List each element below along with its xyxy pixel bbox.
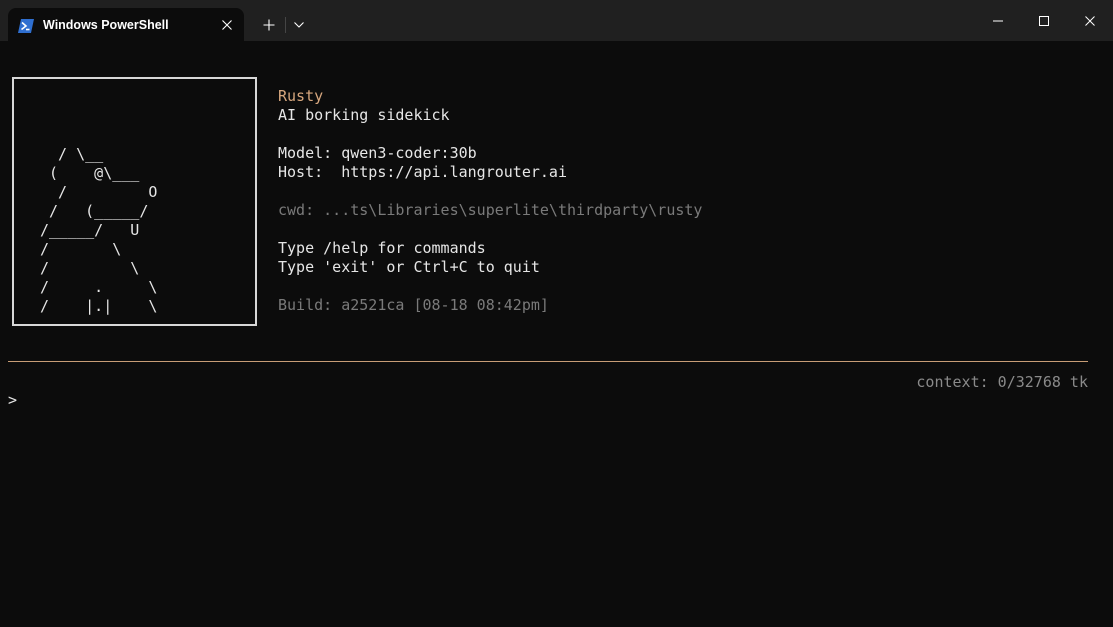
cwd-info: cwd: ...ts\Libraries\superlite\thirdpart… — [278, 201, 703, 219]
terminal-window: Windows PowerShell / \__ (@\___ / O / (… — [0, 0, 1113, 627]
plus-icon — [263, 19, 275, 31]
tab-title: Windows PowerShell — [43, 18, 169, 32]
divider-rule — [8, 361, 1088, 362]
close-window-button[interactable] — [1067, 0, 1113, 41]
context-counter: context: 0/32768 tk — [916, 373, 1088, 391]
tab-button-divider — [285, 17, 286, 33]
app-name: Rusty — [278, 87, 324, 105]
help-hint: Type /help for commands — [278, 239, 486, 257]
minimize-button[interactable] — [975, 0, 1021, 41]
build-info: Build: a2521ca [08-18 08:42pm] — [278, 296, 549, 314]
input-prompt[interactable]: > — [8, 391, 17, 410]
tab-close-button[interactable] — [216, 14, 238, 36]
tab-windows-powershell[interactable]: Windows PowerShell — [8, 8, 244, 41]
terminal-output[interactable]: / \__ ( @\___ / O / (_____/ /_____/ U / … — [0, 41, 1113, 627]
tab-dropdown-button[interactable] — [288, 12, 310, 38]
powershell-icon — [18, 18, 34, 33]
app-tagline: AI borking sidekick — [278, 106, 450, 124]
maximize-icon — [1039, 15, 1049, 26]
title-bar[interactable]: Windows PowerShell — [0, 0, 1113, 41]
chevron-down-icon — [294, 22, 304, 28]
model-info: Model: qwen3-coder:30b — [278, 144, 477, 162]
close-icon — [222, 20, 232, 30]
maximize-button[interactable] — [1021, 0, 1067, 41]
minimize-icon — [993, 20, 1003, 21]
new-tab-button[interactable] — [256, 12, 282, 38]
host-info: Host: https://api.langrouter.ai — [278, 163, 567, 181]
quit-hint: Type 'exit' or Ctrl+C to quit — [278, 258, 540, 276]
close-icon — [1085, 15, 1095, 26]
ascii-art-logo: / \__ ( @\___ / O / (_____/ /_____/ U / … — [40, 145, 158, 315]
